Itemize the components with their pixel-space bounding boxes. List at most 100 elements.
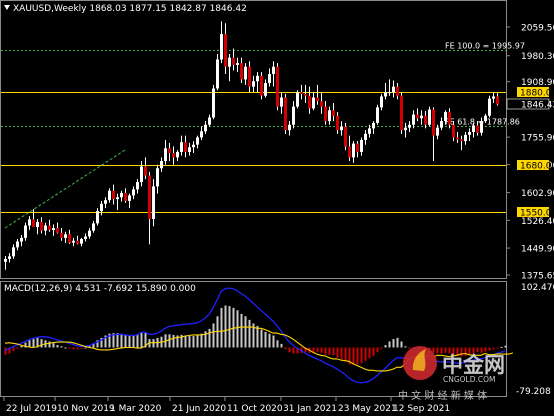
candle-body <box>240 63 243 80</box>
candle-body <box>208 117 211 125</box>
date-tick-label: 1 Mar 2020 <box>110 404 162 414</box>
candle-body <box>364 133 367 140</box>
brand-slogan: 中 文 财 经 新 媒 体 <box>398 389 487 402</box>
macd-histogram-bar <box>364 347 367 361</box>
candle-body <box>488 98 491 116</box>
candle-body <box>384 92 387 97</box>
price-tick-label: 1980.30 <box>521 52 554 62</box>
macd-histogram-bar <box>236 310 239 348</box>
candle-body <box>408 124 411 128</box>
candle-body <box>164 148 167 162</box>
candle-body <box>148 175 151 220</box>
macd-histogram-bar <box>396 337 399 348</box>
macd-histogram-bar <box>140 331 143 348</box>
candle-body <box>76 240 79 244</box>
candle-body <box>444 112 447 122</box>
candle-body <box>256 75 259 82</box>
candle-body <box>292 106 295 125</box>
candle-body <box>476 125 479 133</box>
macd-histogram-bar <box>68 347 71 349</box>
macd-histogram-bar <box>168 334 171 348</box>
candle-body <box>412 114 415 125</box>
candle-body <box>420 115 423 119</box>
macd-histogram-bar <box>360 347 363 364</box>
macd-histogram-bar <box>332 347 335 356</box>
candle-body <box>224 34 227 67</box>
level-1880-tag-value: 1880.00 <box>520 89 554 99</box>
candle-body <box>324 106 327 122</box>
macd-histogram-bar <box>504 345 507 348</box>
macd-histogram-bar <box>124 334 127 348</box>
date-tick-label: 21 Jun 2020 <box>172 404 226 414</box>
macd-histogram-bar <box>500 346 503 348</box>
macd-histogram-bar <box>72 347 75 350</box>
candle-body <box>108 190 111 201</box>
date-tick-label: 11 Oct 2020 <box>227 404 283 414</box>
macd-histogram-bar <box>84 347 87 349</box>
date-tick-label: 22 Jul 2019 <box>6 404 57 414</box>
macd-histogram-bar <box>356 347 359 365</box>
level-1550-tag-value: 1550.00 <box>520 209 554 219</box>
candle-body <box>432 109 435 136</box>
macd-histogram-bar <box>264 331 267 348</box>
candle-body <box>124 192 127 201</box>
macd-header: MACD(12,26,9) 4.531 -7.692 15.890 0.000 <box>4 284 196 294</box>
candle-body <box>160 161 163 169</box>
macd-histogram-bar <box>344 347 347 362</box>
candle-body <box>264 83 267 96</box>
macd-histogram-bar <box>316 347 319 353</box>
price-tick-label: 1755.90 <box>521 134 554 144</box>
price-tick-label: 2059.56 <box>521 24 554 34</box>
candle-body <box>132 189 135 196</box>
candle-body <box>268 73 271 84</box>
candle-body <box>464 134 467 142</box>
macd-histogram-bar <box>220 307 223 348</box>
macd-histogram-bar <box>196 335 199 348</box>
macd-histogram-bar <box>388 341 391 348</box>
candle-body <box>400 95 403 131</box>
candle-body <box>252 81 255 87</box>
macd-histogram-bar <box>336 347 339 358</box>
candle-body <box>168 148 171 154</box>
candle-body <box>424 115 427 125</box>
macd-histogram-bar <box>12 347 15 352</box>
candle-body <box>304 93 307 96</box>
macd-histogram-bar <box>192 336 195 348</box>
macd-histogram-bar <box>380 347 383 349</box>
macd-histogram-bar <box>16 347 19 349</box>
candle-body <box>40 221 43 231</box>
macd-histogram-bar <box>80 347 83 349</box>
candle-body <box>212 88 215 118</box>
candle-body <box>60 232 63 238</box>
candle-body <box>72 240 75 243</box>
chart-canvas: FE 100.0 = 1995.97FE 61.8 = 1787.86 XAUU… <box>0 0 554 416</box>
candle-body <box>440 121 443 128</box>
candle-body <box>428 109 431 125</box>
candle-body <box>480 121 483 133</box>
candle-body <box>344 126 347 147</box>
macd-histogram-bar <box>268 333 271 348</box>
macd-histogram-bar <box>248 319 251 348</box>
macd-histogram-bar <box>152 339 155 348</box>
candle-body <box>140 166 143 183</box>
macd-histogram-bar <box>184 335 187 348</box>
candle-body <box>340 126 343 131</box>
date-tick-label: 12 Sep 2021 <box>393 404 450 414</box>
candle-body <box>192 144 195 148</box>
candle-body <box>296 92 299 107</box>
candle-body <box>84 236 87 239</box>
symbol-header: XAUUSD,Weekly 1868.03 1877.15 1842.87 18… <box>4 4 247 14</box>
macd-histogram-bar <box>128 335 131 348</box>
date-tick-label: 23 May 2021 <box>338 404 397 414</box>
candle-body <box>200 131 203 138</box>
candle-body <box>88 230 91 237</box>
macd-histogram-bar <box>340 347 343 359</box>
macd-histogram-bar <box>244 316 247 348</box>
macd-histogram-bar <box>64 347 67 349</box>
candle-body <box>100 203 103 212</box>
macd-histogram-bar <box>436 347 439 354</box>
candle-body <box>496 96 499 105</box>
candle-body <box>228 57 231 67</box>
brand-name: 中金网 <box>442 353 505 377</box>
candle-body <box>112 190 115 200</box>
